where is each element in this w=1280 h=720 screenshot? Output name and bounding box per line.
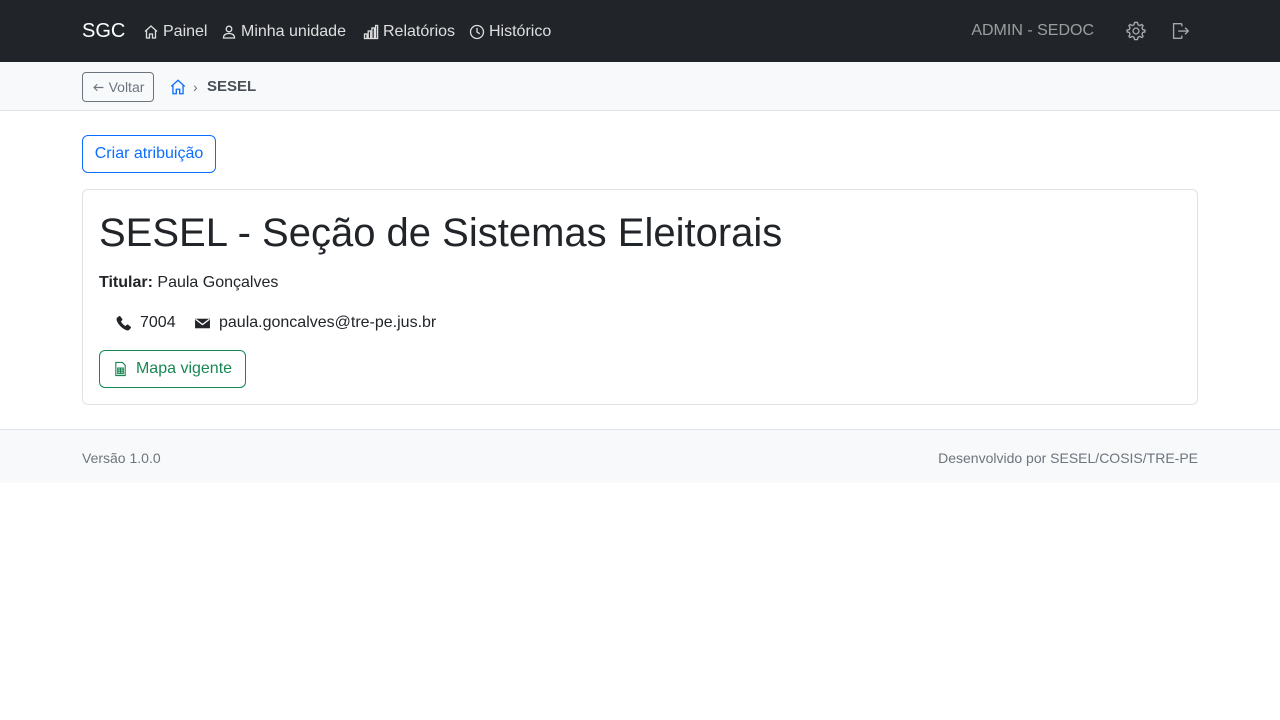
nav-item-label: Relatórios (383, 23, 456, 40)
phone-contact: 7004 (115, 313, 176, 333)
titular-name: Paula Gonçalves (157, 274, 279, 291)
nav-item-painel[interactable]: Painel (143, 21, 207, 43)
breadcrumb-home-link[interactable] (169, 78, 187, 96)
top-navbar: SGC Painel Minha unidade Relatórios Hist… (0, 0, 1280, 62)
person-icon (222, 25, 236, 39)
nav-item-label: Painel (163, 23, 208, 40)
email-address[interactable]: paula.goncalves@tre-pe.jus.br (219, 313, 436, 333)
breadcrumb: Voltar › SESEL (0, 62, 1280, 111)
breadcrumb-separator: › (193, 79, 198, 95)
bar-chart-icon (363, 24, 379, 40)
back-button-label: Voltar (108, 79, 145, 95)
developer-credit: Desenvolvido por SESEL/COSIS/TRE-PE (938, 450, 1198, 466)
house-icon (144, 25, 158, 39)
titular-label: Titular: (99, 274, 153, 291)
nav-item-historico[interactable]: Histórico (469, 21, 551, 43)
gear-icon (1126, 21, 1146, 41)
email-contact: paula.goncalves@tre-pe.jus.br (194, 313, 436, 333)
clock-icon (469, 24, 485, 40)
nav-item-relatorios[interactable]: Relatórios (363, 21, 455, 43)
mapa-button-label: Mapa vigente (135, 360, 233, 377)
create-attribution-button[interactable]: Criar atribuição (82, 135, 216, 173)
mapa-vigente-button[interactable]: Mapa vigente (99, 350, 246, 388)
brand-logo[interactable]: SGC (82, 19, 125, 43)
breadcrumb-current: SESEL (207, 78, 257, 95)
version-label: Versão 1.0.0 (82, 450, 161, 466)
nav-item-label: Histórico (489, 23, 552, 40)
envelope-icon (195, 318, 210, 328)
logout-icon (1172, 22, 1190, 40)
logout-button[interactable] (1169, 20, 1191, 42)
page-footer: Versão 1.0.0 Desenvolvido por SESEL/COSI… (0, 429, 1280, 483)
spreadsheet-icon (115, 361, 126, 377)
arrow-left-icon (92, 83, 103, 91)
titular-info: Titular: Paula Gonçalves (99, 273, 278, 293)
user-label[interactable]: ADMIN - SEDOC (971, 21, 1094, 41)
house-icon (170, 79, 186, 95)
settings-button[interactable] (1125, 20, 1147, 42)
page-title: SESEL - Seção de Sistemas Eleitorais (99, 211, 783, 255)
nav-item-label: Minha unidade (241, 23, 346, 40)
nav-item-minha-unidade[interactable]: Minha unidade (221, 21, 346, 43)
back-button[interactable]: Voltar (82, 72, 154, 102)
phone-number: 7004 (140, 314, 176, 331)
phone-icon (116, 315, 131, 330)
unit-card: SESEL - Seção de Sistemas Eleitorais Tit… (82, 189, 1198, 405)
